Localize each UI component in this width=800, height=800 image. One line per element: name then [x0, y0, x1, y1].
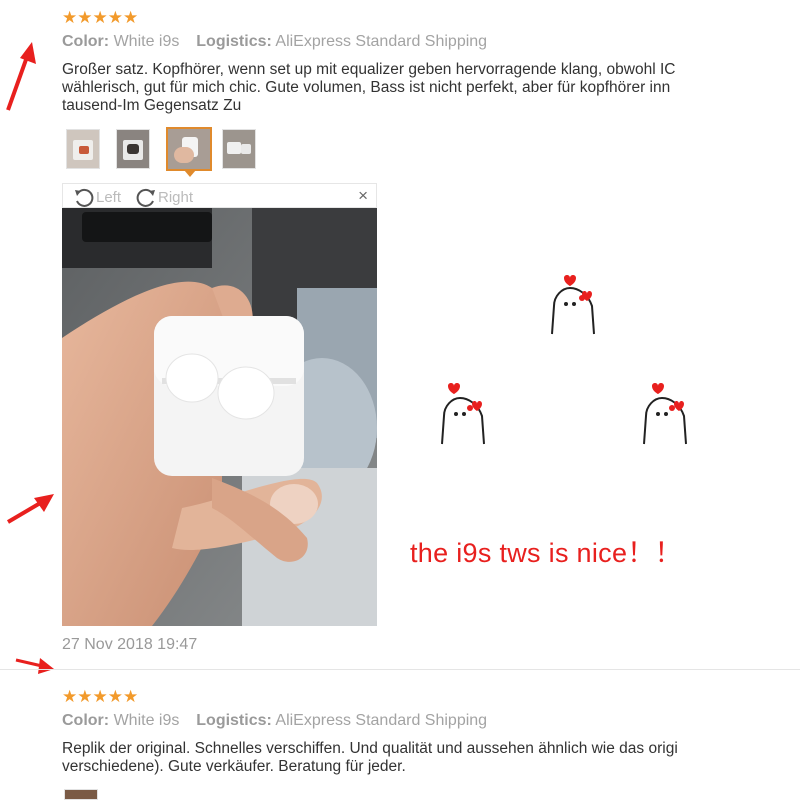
close-viewer-button[interactable]: ×: [358, 186, 368, 206]
color-label: Color:: [62, 712, 110, 729]
color-value: White i9s: [113, 712, 180, 729]
review-1-line-2: wählerisch, gut für mich chic. Gute volu…: [62, 79, 671, 96]
review-1-text: Großer satz. Kopfhörer, wenn set up mit …: [62, 61, 675, 115]
rotate-left-label: Left: [96, 188, 122, 206]
heart-hand-sticker-icon: [441, 383, 485, 445]
review-2-line-2: verschiedene). Gute verkäufer. Beratung …: [62, 758, 406, 775]
red-arrow-right-icon: [15, 658, 54, 674]
hand-holding-earbuds-photo: [62, 208, 377, 626]
color-value: White i9s: [113, 33, 180, 50]
review-photo-thumb-1[interactable]: [66, 129, 100, 169]
review-2-meta: Color: White i9s Logistics: AliExpress S…: [62, 712, 487, 730]
selected-thumb-pointer: [184, 170, 196, 177]
review-1-line-1: Großer satz. Kopfhörer, wenn set up mit …: [62, 61, 676, 78]
logistics-value: AliExpress Standard Shipping: [275, 712, 488, 729]
review-1-line-3: tausend-Im Gegensatz Zu: [62, 97, 242, 114]
heart-hand-sticker-icon: [551, 275, 595, 335]
rotate-right-icon: [136, 188, 155, 207]
logistics-label: Logistics:: [196, 33, 272, 50]
heart-hand-sticker-icon: [643, 383, 687, 445]
review-1-date: 27 Nov 2018 19:47: [62, 636, 198, 653]
color-label: Color:: [62, 33, 110, 50]
rotate-right-button[interactable]: Right: [135, 187, 193, 207]
review-divider: [0, 669, 800, 670]
rotate-left-button[interactable]: Left: [73, 187, 121, 207]
overlay-caption: the i9s tws is nice！！: [410, 538, 682, 568]
review-photo-thumb-2[interactable]: [116, 129, 150, 169]
logistics-label: Logistics:: [196, 712, 272, 729]
photo-viewer-toolbar: Left Right ×: [62, 183, 377, 208]
rotate-right-label: Right: [158, 188, 194, 206]
review-2-stars: ★★★★★: [62, 687, 139, 706]
review-2-line-1: Replik der original. Schnelles verschiff…: [62, 740, 678, 757]
logistics-value: AliExpress Standard Shipping: [275, 33, 488, 50]
red-arrow-diagonal-icon: [6, 494, 54, 524]
rotate-left-icon: [75, 188, 94, 207]
review-photo-thumb-3-selected[interactable]: [166, 127, 212, 171]
review-2-text: Replik der original. Schnelles verschiff…: [62, 740, 678, 776]
review-photo-enlarged: [62, 208, 377, 626]
red-arrow-up-icon: [6, 42, 36, 111]
review-photo-thumb-4[interactable]: [222, 129, 256, 169]
review-2-photo-thumb-1[interactable]: [64, 789, 98, 800]
review-1-stars: ★★★★★: [62, 8, 139, 27]
review-1-meta: Color: White i9s Logistics: AliExpress S…: [62, 33, 487, 51]
